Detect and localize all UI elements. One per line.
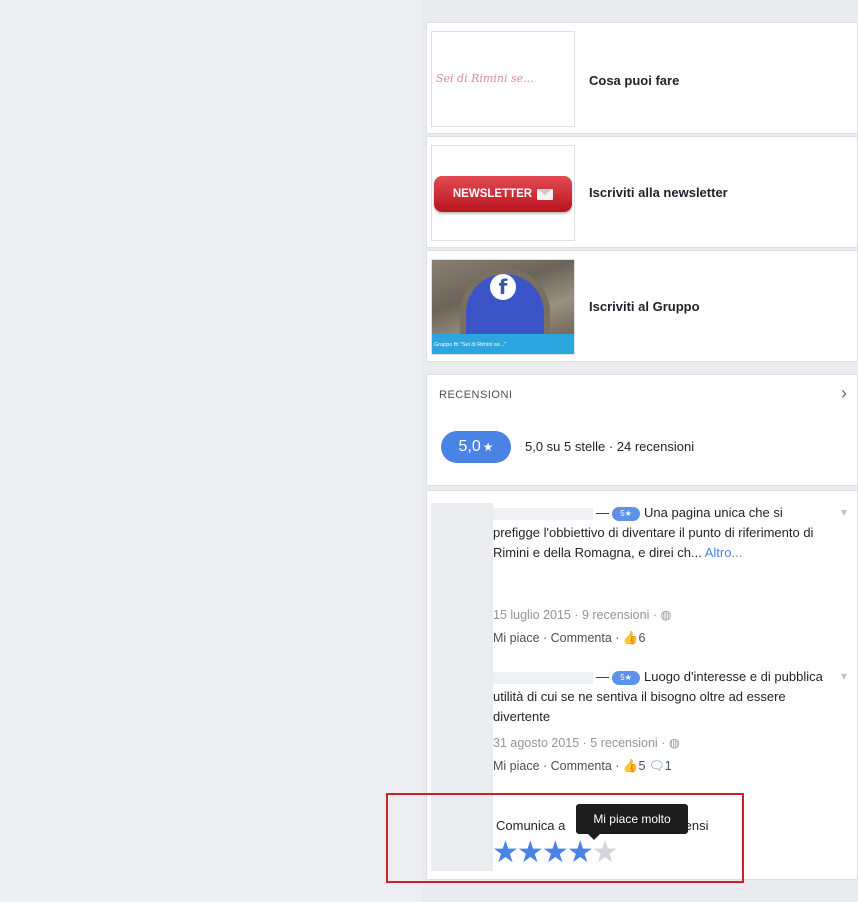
- comment-link[interactable]: Commenta: [551, 759, 612, 773]
- review-date: 31 agosto 2015 · 5 recensioni ·: [493, 736, 669, 750]
- envelope-icon: [537, 188, 554, 200]
- thumbs-up-icon: 👍: [622, 759, 639, 773]
- globe-icon: ◍: [660, 608, 672, 622]
- chevron-right-icon[interactable]: ›: [841, 383, 847, 404]
- comment-link[interactable]: Commenta: [551, 631, 612, 645]
- newsletter-banner: NEWSLETTER: [434, 176, 572, 212]
- promo-thumbnail: Sei di Rimini se...: [431, 31, 575, 127]
- promo-label[interactable]: Iscriviti alla newsletter: [589, 185, 728, 200]
- highlight-box: [386, 793, 744, 883]
- review-text-block: —5★ Una pagina unica che si prefigge l'ob…: [493, 505, 814, 560]
- facebook-logo-icon: f: [490, 274, 516, 300]
- rating-score-badge: 5,0 ★: [441, 431, 511, 463]
- newsletter-banner-text: NEWSLETTER: [452, 188, 533, 200]
- rating-summary: 5,0 su 5 stelle · 24 recensioni: [525, 439, 695, 454]
- promo-card-gruppo[interactable]: f Gruppo fb "Sei di Rimini se..." Iscriv…: [426, 250, 858, 362]
- promo-label[interactable]: Iscriviti al Gruppo: [589, 299, 700, 314]
- chevron-down-icon[interactable]: ▾: [841, 669, 847, 683]
- review-item: ▾ —5★ Luogo d'interesse e di pubblica uti…: [427, 667, 857, 797]
- review-text-block: —5★ Luogo d'interesse e di pubblica utili…: [493, 669, 823, 724]
- comment-count: 1: [664, 759, 672, 773]
- promo-card-cosa-puoi-fare[interactable]: Sei di Rimini se... Cosa puoi fare: [426, 22, 858, 134]
- review-actions: Mi piace · Commenta · 👍6: [493, 631, 646, 645]
- thumbnail-logo-text: Sei di Rimini se...: [436, 72, 534, 85]
- like-count: 5: [638, 759, 646, 773]
- group-photo: f Gruppo fb "Sei di Rimini se...": [432, 260, 574, 354]
- review-item: ▾ —5★ Una pagina unica che si prefigge l'…: [427, 503, 857, 653]
- like-link[interactable]: Mi piace: [493, 759, 540, 773]
- review-meta: 15 luglio 2015 · 9 recensioni · ◍: [493, 607, 671, 622]
- review-actions: Mi piace · Commenta · 👍5 🗨1: [493, 759, 672, 773]
- reviews-title[interactable]: RECENSIONI: [439, 389, 512, 401]
- star-icon: ★: [482, 440, 494, 454]
- review-meta: 31 agosto 2015 · 5 recensioni · ◍: [493, 735, 680, 750]
- promo-label[interactable]: Cosa puoi fare: [589, 73, 679, 88]
- reviewer-name[interactable]: [493, 507, 593, 520]
- comment-icon: 🗨: [648, 759, 665, 773]
- chevron-down-icon[interactable]: ▾: [841, 505, 847, 519]
- promo-card-newsletter[interactable]: NEWSLETTER Iscriviti alla newsletter: [426, 136, 858, 248]
- promo-thumbnail: NEWSLETTER: [431, 145, 575, 241]
- reviews-summary-card: RECENSIONI › 5,0 ★ 5,0 su 5 stelle · 24 r…: [426, 374, 858, 486]
- thumbs-up-icon: 👍: [622, 631, 639, 645]
- reviewer-name[interactable]: [493, 671, 593, 684]
- review-rating-badge: 5★: [612, 670, 640, 685]
- review-rating-badge: 5★: [612, 506, 640, 521]
- review-date: 15 luglio 2015 · 9 recensioni ·: [493, 608, 661, 622]
- like-link[interactable]: Mi piace: [493, 631, 540, 645]
- globe-icon: ◍: [668, 736, 680, 750]
- like-count: 6: [638, 631, 646, 645]
- promo-thumbnail: f Gruppo fb "Sei di Rimini se...": [431, 259, 575, 355]
- rating-score: 5,0: [458, 438, 481, 455]
- more-link[interactable]: Altro...: [705, 545, 743, 560]
- group-caption: Gruppo fb "Sei di Rimini se...": [432, 334, 574, 354]
